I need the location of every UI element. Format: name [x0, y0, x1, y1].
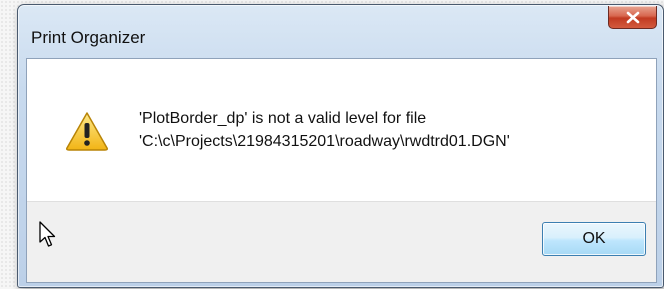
- ok-button[interactable]: OK: [542, 222, 646, 256]
- title-bar[interactable]: Print Organizer: [18, 5, 663, 57]
- dialog-window: Print Organizer 'PlotBorder_dp' is not a…: [17, 4, 664, 288]
- message-area: 'PlotBorder_dp' is not a valid level for…: [27, 59, 656, 201]
- dialog-content: 'PlotBorder_dp' is not a valid level for…: [26, 58, 657, 283]
- mouse-pointer-icon: [39, 221, 56, 247]
- button-area: OK: [27, 201, 656, 282]
- message-line-1: 'PlotBorder_dp' is not a valid level for…: [139, 110, 427, 127]
- message-line-2: 'C:\c\Projects\21984315201\roadway\rwdtr…: [139, 133, 510, 150]
- dialog-title: Print Organizer: [31, 28, 146, 47]
- error-message: 'PlotBorder_dp' is not a valid level for…: [139, 107, 510, 153]
- close-icon: [626, 11, 639, 23]
- warning-icon: [66, 112, 108, 151]
- close-button[interactable]: [608, 6, 657, 29]
